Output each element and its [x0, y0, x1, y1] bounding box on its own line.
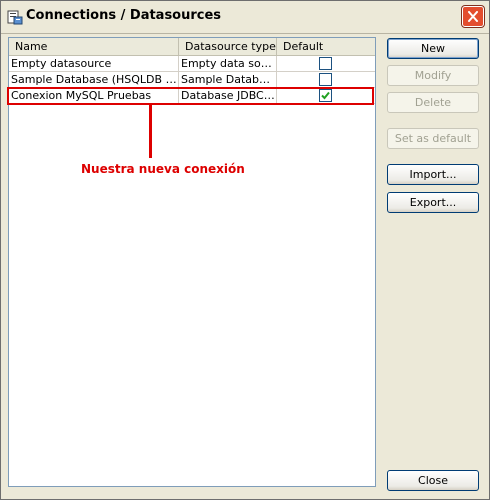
highlight-box [7, 87, 374, 105]
cell-default [277, 72, 375, 88]
cell-name: Empty datasource [9, 56, 179, 72]
set-as-default-button[interactable]: Set as default [387, 128, 479, 149]
cell-type: Sample Database… [179, 72, 277, 88]
close-icon [468, 11, 478, 22]
delete-button[interactable]: Delete [387, 92, 479, 113]
table-row[interactable]: Empty datasource Empty data source [9, 56, 375, 72]
window-title: Connections / Datasources [26, 8, 222, 23]
cell-type: Empty data source [181, 56, 277, 72]
report-app-icon [7, 10, 23, 25]
column-header-name[interactable]: Name [9, 38, 179, 55]
title-bar[interactable]: Connections / Datasources [1, 1, 489, 34]
new-button[interactable]: New [387, 38, 479, 59]
column-header-type[interactable]: Datasource type [179, 38, 277, 55]
table-header: Name Datasource type Default [9, 38, 375, 56]
cell-name: Sample Database (HSQLDB test) [11, 72, 179, 88]
column-header-default[interactable]: Default [277, 38, 375, 55]
export-button[interactable]: Export... [387, 192, 479, 213]
default-checkbox[interactable] [319, 57, 332, 70]
annotation-label: Nuestra nueva conexión [81, 162, 245, 176]
modify-button[interactable]: Modify [387, 65, 479, 86]
import-button[interactable]: Import... [387, 164, 479, 185]
connections-dialog: Connections / Datasources Name Datasourc… [0, 0, 490, 500]
annotation-line [149, 105, 152, 158]
default-checkbox[interactable] [319, 73, 332, 86]
cell-default [277, 56, 375, 72]
close-window-button[interactable] [462, 6, 484, 27]
table-row[interactable]: Sample Database (HSQLDB test) Sample Dat… [9, 72, 375, 88]
close-button[interactable]: Close [387, 470, 479, 491]
